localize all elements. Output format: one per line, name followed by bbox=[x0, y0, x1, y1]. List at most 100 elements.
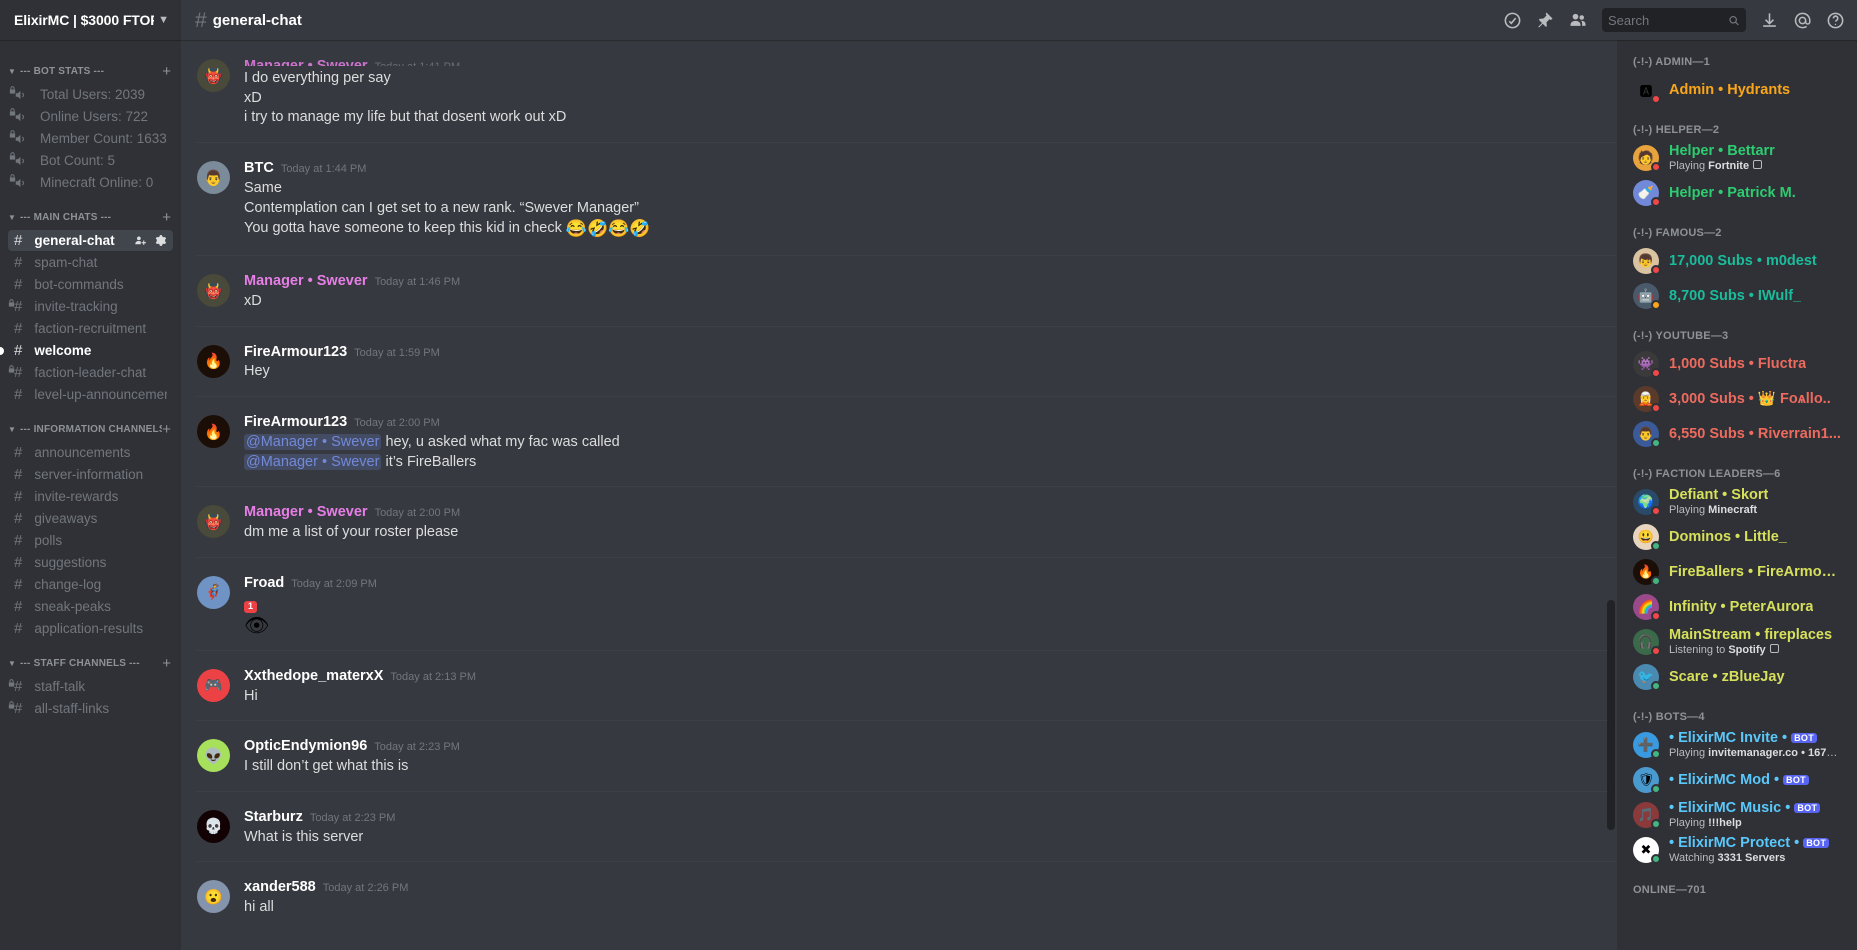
avatar[interactable]: 👽 bbox=[197, 739, 230, 773]
message-author[interactable]: Xxthedope_materxX bbox=[244, 667, 383, 686]
member-list-item[interactable]: 🍼 Helper • Patrick M. bbox=[1625, 176, 1849, 210]
add-channel-icon[interactable]: + bbox=[162, 422, 173, 437]
sidebar-channel-minecraft-online-0[interactable]: Minecraft Online: 0 bbox=[8, 172, 173, 193]
avatar[interactable]: 🎮 bbox=[197, 668, 230, 702]
chat-scrollbar[interactable] bbox=[1607, 600, 1615, 830]
member-list-item[interactable]: 🐦 Scare • zBlueJay bbox=[1625, 660, 1849, 694]
message-author[interactable]: xander588 bbox=[244, 878, 316, 897]
sidebar-channel-sneak-peaks[interactable]: # sneak-peaks bbox=[8, 596, 173, 617]
channel-list[interactable]: ▼ --- BOT STATS --- + Total Users: 2039 Onli… bbox=[0, 40, 181, 950]
member-list-item[interactable]: 🧑 Helper • Bettarr Playing Fortnite bbox=[1625, 141, 1849, 175]
sidebar-channel-change-log[interactable]: # change-log bbox=[8, 574, 173, 595]
sidebar-channel-invite-rewards[interactable]: # invite-rewards bbox=[8, 486, 173, 507]
server-header[interactable]: ElixirMC | $3000 FTOP | S... ▼ bbox=[0, 0, 181, 40]
member-list-item[interactable]: 👾 1,000 Subs • Fluctra bbox=[1625, 347, 1849, 381]
channel-label: giveaways bbox=[34, 511, 98, 526]
avatar[interactable]: 👹 bbox=[197, 59, 230, 92]
member-list-item[interactable]: 👦 17,000 Subs • m0dest bbox=[1625, 244, 1849, 278]
sidebar-channel-bot-count-5[interactable]: Bot Count: 5 bbox=[8, 150, 173, 171]
member-list-item[interactable]: 🌍 Defiant • Skort Playing Minecraft bbox=[1625, 485, 1849, 519]
sidebar-channel-general-chat[interactable]: # general-chat bbox=[8, 230, 173, 251]
sidebar-channel-server-information[interactable]: # server-information bbox=[8, 464, 173, 485]
message-header: FireArmour123 Today at 2:00 PM bbox=[244, 413, 1601, 432]
status-indicator bbox=[1651, 438, 1661, 448]
message-header: xander588 Today at 2:26 PM bbox=[244, 878, 1601, 897]
channel-topbar: # general-chat bbox=[181, 0, 1857, 40]
sidebar-channel-application-results[interactable]: # application-results bbox=[8, 618, 173, 639]
member-list-item[interactable]: 🅰 Admin • Hydrants bbox=[1625, 73, 1849, 107]
message-author[interactable]: Manager • Swever bbox=[244, 503, 368, 522]
sidebar-channel-spam-chat[interactable]: # spam-chat bbox=[8, 252, 173, 273]
sidebar-channel-level-up-announcement[interactable]: # level-up-announcement bbox=[8, 384, 173, 405]
channel-category[interactable]: ▼ --- MAIN CHATS --- + bbox=[0, 194, 181, 229]
member-list-item[interactable]: ➕ • ElixirMC Invite • BOT Playing inviteman… bbox=[1625, 728, 1849, 762]
sidebar-channel-bot-commands[interactable]: # bot-commands bbox=[8, 274, 173, 295]
message-author[interactable]: FireArmour123 bbox=[244, 413, 347, 432]
avatar[interactable]: 🦸 bbox=[197, 575, 230, 609]
sidebar-channel-suggestions[interactable]: # suggestions bbox=[8, 552, 173, 573]
avatar[interactable]: 😮 bbox=[197, 880, 230, 914]
avatar[interactable]: 💀 bbox=[197, 809, 230, 843]
sticker-attachment[interactable]: 1 👁 bbox=[244, 594, 1601, 636]
user-mention[interactable]: @Manager • Swever bbox=[244, 453, 382, 470]
sidebar-channel-giveaways[interactable]: # giveaways bbox=[8, 508, 173, 529]
sidebar-channel-welcome[interactable]: # welcome bbox=[0, 340, 173, 361]
sidebar-channel-total-users-2039[interactable]: Total Users: 2039 bbox=[8, 84, 173, 105]
invite-icon[interactable] bbox=[134, 234, 147, 247]
member-list-item[interactable]: 👨 6,550 Subs • Riverrain1... bbox=[1625, 417, 1849, 451]
search-box[interactable] bbox=[1602, 8, 1746, 32]
channel-category[interactable]: ▼ --- BOT STATS --- + bbox=[0, 48, 181, 83]
add-channel-icon[interactable]: + bbox=[162, 656, 173, 671]
member-list-item[interactable]: 🎵 • ElixirMC Music • BOT Playing !!!help bbox=[1625, 798, 1849, 832]
message-author[interactable]: Starburz bbox=[244, 808, 303, 827]
member-list-item[interactable]: 🤖 8,700 Subs • IWulf_ bbox=[1625, 279, 1849, 313]
pin-icon[interactable] bbox=[1536, 11, 1554, 29]
user-mention[interactable]: @Manager • Swever bbox=[244, 433, 382, 450]
add-channel-icon[interactable]: + bbox=[162, 210, 173, 225]
message: 😮 xander588 Today at 2:26 PM hi all bbox=[181, 861, 1617, 932]
activity-icon[interactable] bbox=[1503, 11, 1522, 30]
avatar[interactable]: 👹 bbox=[197, 274, 230, 308]
message-list[interactable]: 👹 Manager • Swever Today at 1:41 PM I do ev… bbox=[181, 40, 1617, 950]
sidebar-channel-all-staff-links[interactable]: # all-staff-links bbox=[8, 698, 173, 719]
avatar[interactable]: 👨 bbox=[197, 161, 230, 195]
member-list-item[interactable]: 🛡 • ElixirMC Mod • BOT bbox=[1625, 763, 1849, 797]
help-icon[interactable] bbox=[1826, 11, 1845, 30]
message-author[interactable]: OpticEndymion96 bbox=[244, 737, 367, 756]
member-list[interactable]: (-!-) ADMIN—1 🅰 Admin • Hydrants (-!-) HELP… bbox=[1617, 40, 1857, 950]
sidebar-channel-invite-tracking[interactable]: # invite-tracking bbox=[8, 296, 173, 317]
mentions-icon[interactable] bbox=[1793, 11, 1812, 30]
member-list-item[interactable]: ✖ • ElixirMC Protect • BOT Watching 3331 Se… bbox=[1625, 833, 1849, 867]
sidebar-channel-faction-recruitment[interactable]: # faction-recruitment bbox=[8, 318, 173, 339]
sidebar-channel-member-count-1633[interactable]: Member Count: 1633 bbox=[8, 128, 173, 149]
channel-category[interactable]: ▼ --- STAFF CHANNELS --- + bbox=[0, 640, 181, 675]
hash-icon: # bbox=[14, 386, 23, 403]
message-author[interactable]: FireArmour123 bbox=[244, 343, 347, 362]
message-line: Hey bbox=[244, 363, 270, 380]
sidebar-channel-online-users-722[interactable]: Online Users: 722 bbox=[8, 106, 173, 127]
message-author[interactable]: Froad bbox=[244, 574, 284, 593]
avatar[interactable]: 👹 bbox=[197, 505, 230, 539]
sidebar-channel-polls[interactable]: # polls bbox=[8, 530, 173, 551]
avatar[interactable]: 🔥 bbox=[197, 344, 230, 378]
sidebar-channel-faction-leader-chat[interactable]: # faction-leader-chat bbox=[8, 362, 173, 383]
member-list-item[interactable]: 🎧 MainStream • fireplaces Listening to Spo… bbox=[1625, 625, 1849, 659]
message-author[interactable]: Manager • Swever bbox=[244, 272, 368, 291]
member-list-item[interactable]: 🔥 FireBallers • FireArmou... bbox=[1625, 555, 1849, 589]
add-channel-icon[interactable]: + bbox=[162, 64, 173, 79]
member-list-item[interactable]: 🌈 Infinity • PeterAurora bbox=[1625, 590, 1849, 624]
message-author[interactable]: Manager • Swever bbox=[244, 57, 368, 66]
sidebar-channel-staff-talk[interactable]: # staff-talk bbox=[8, 676, 173, 697]
hash-icon: # bbox=[14, 232, 23, 249]
message-author[interactable]: BTC bbox=[244, 159, 274, 178]
avatar[interactable]: 🔥 bbox=[197, 415, 230, 449]
settings-gear-icon[interactable] bbox=[154, 234, 167, 247]
search-input[interactable] bbox=[1608, 12, 1729, 28]
member-list-item[interactable]: 😃 Dominos • Little_ bbox=[1625, 520, 1849, 554]
message: 🔥 FireArmour123 Today at 1:59 PM Hey bbox=[181, 325, 1617, 397]
members-icon[interactable] bbox=[1568, 10, 1588, 30]
channel-category[interactable]: ▼ --- INFORMATION CHANNELS ---+ bbox=[0, 406, 181, 441]
inbox-icon[interactable] bbox=[1760, 11, 1779, 30]
member-list-item[interactable]: 🧝 3,000 Subs • 👑 Foѧllo.. bbox=[1625, 382, 1849, 416]
sidebar-channel-announcements[interactable]: # announcements bbox=[8, 442, 173, 463]
